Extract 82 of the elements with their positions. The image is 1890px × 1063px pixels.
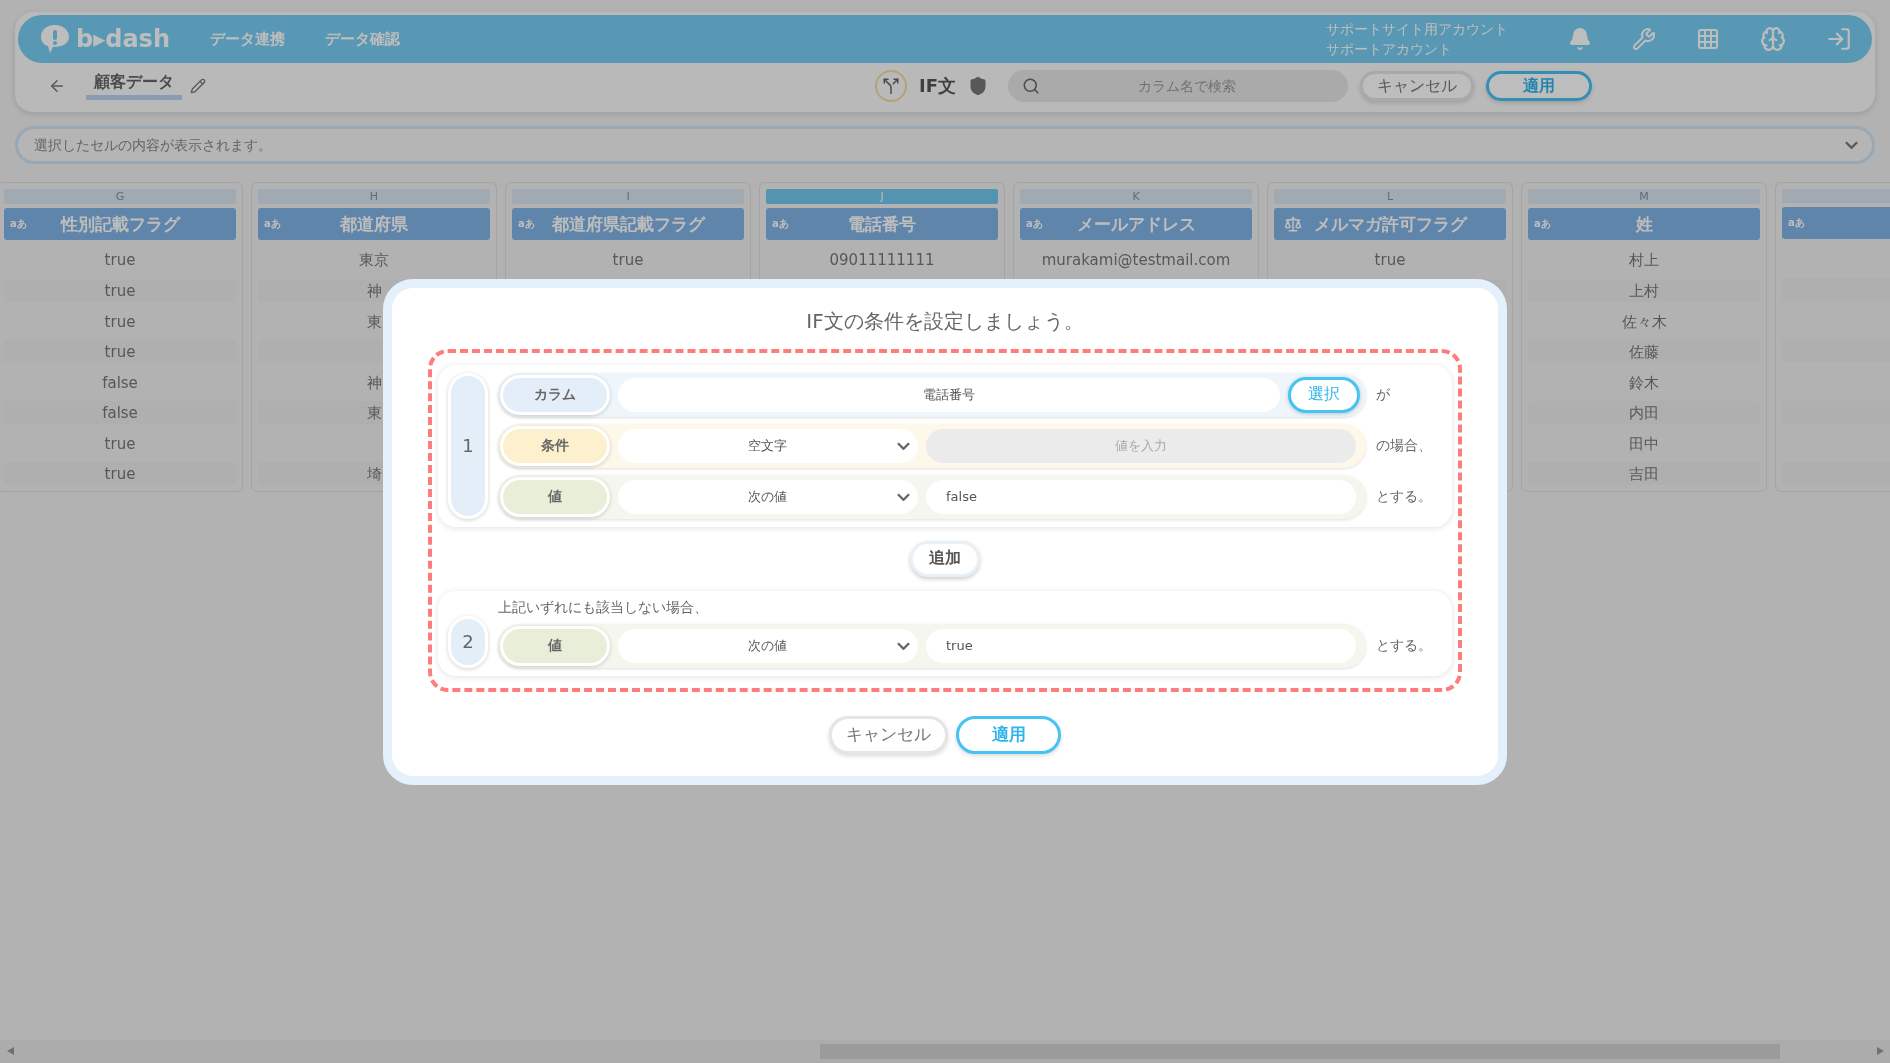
row-suffix: が: [1376, 385, 1391, 404]
dialog-button[interactable]: キャンセル: [829, 715, 948, 754]
scroll-right-icon[interactable]: [1876, 1047, 1884, 1055]
nav-link[interactable]: データ連携: [210, 29, 285, 49]
row-suffix: とする。: [1376, 487, 1433, 506]
branch-icon[interactable]: [875, 70, 907, 102]
row-suffix: の場合、: [1376, 436, 1433, 455]
row-label: 値: [500, 476, 610, 517]
operator-dropdown[interactable]: 次の値: [618, 628, 918, 663]
scroll-left-icon[interactable]: [6, 1047, 14, 1055]
row-label: 値: [500, 625, 610, 666]
cell-content-box[interactable]: 選択したセルの内容が表示されます。: [15, 126, 1875, 164]
type-label: aあ: [264, 217, 281, 232]
bell-icon[interactable]: [1568, 27, 1592, 51]
value-field[interactable]: false: [926, 479, 1356, 514]
table-cell-text: 佐々木: [1620, 311, 1668, 333]
row-label: 条件: [500, 425, 610, 466]
column-title: 電話番号: [848, 212, 916, 236]
table-cell-text: 東京: [358, 250, 390, 272]
table-cell-text: true: [103, 433, 137, 455]
wrench-icon[interactable]: [1632, 27, 1656, 51]
type-label: aあ: [518, 217, 535, 232]
chevron-down-icon: [897, 641, 910, 650]
table-cell-text: true: [1373, 250, 1407, 272]
account-name: サポートサイト用アカウント: [1326, 20, 1508, 39]
chevron-down-icon[interactable]: [1845, 141, 1858, 149]
value-field[interactable]: true: [926, 628, 1356, 663]
logo-text: b▸dash: [76, 25, 170, 53]
table-cell-text: murakami@testmail.com: [1040, 250, 1232, 272]
table-cell-text: false: [101, 372, 139, 394]
chevron-down-icon: [897, 441, 910, 450]
table-cell-text: true: [611, 250, 645, 272]
column-title: 姓: [1635, 212, 1653, 236]
select-button[interactable]: 選択: [1288, 376, 1360, 413]
column-title: 都道府県記載フラグ: [551, 212, 705, 236]
row-suffix: とする。: [1376, 636, 1433, 655]
table-cell-text: true: [103, 311, 137, 333]
chevron-down-icon: [897, 492, 910, 501]
shield-icon[interactable]: [968, 76, 988, 96]
search-icon[interactable]: [1022, 77, 1040, 95]
grid-icon[interactable]: [1696, 27, 1720, 51]
table-cell-text: 09011111111: [828, 250, 936, 272]
logout-icon[interactable]: [1826, 26, 1852, 52]
column-letter[interactable]: G: [4, 189, 236, 204]
dialog-button[interactable]: 適用: [956, 715, 1061, 754]
type-label: aあ: [772, 217, 789, 232]
add-button[interactable]: 追加: [910, 540, 980, 577]
column-field[interactable]: 電話番号: [618, 377, 1280, 412]
type-label: aあ: [1026, 217, 1043, 232]
table-cell-text: 田中: [1628, 433, 1660, 455]
table-cell-text: 神: [365, 372, 383, 394]
type-label: aあ: [10, 217, 27, 232]
column-title: 性別記載フラグ: [60, 212, 180, 236]
column-letter[interactable]: L: [1274, 189, 1506, 204]
operator-dropdown[interactable]: 次の値: [618, 479, 918, 514]
dataset-title: 顧客データ: [86, 72, 182, 100]
table-cell-text: 東: [365, 311, 383, 333]
pencil-icon[interactable]: [190, 78, 206, 94]
column-letter[interactable]: J: [766, 189, 998, 204]
type-label: aあ: [1788, 215, 1805, 230]
table-cell-text: true: [103, 250, 137, 272]
table-cell-text: 村上: [1628, 250, 1660, 272]
otherwise-note: 上記いずれにも該当しない場合、: [498, 598, 709, 617]
scale-icon: [1284, 215, 1302, 234]
column-letter[interactable]: M: [1528, 189, 1760, 204]
column-title: 都道府県: [340, 212, 408, 236]
column-title: メルマガ許可フラグ: [1313, 212, 1467, 236]
cell-content-field[interactable]: 選択したセルの内容が表示されます。: [32, 136, 1845, 154]
account-name: サポートアカウント: [1326, 40, 1453, 59]
operator-dropdown[interactable]: 空文字: [618, 428, 918, 463]
brain-icon[interactable]: [1760, 26, 1786, 52]
dialog-title: IF文の条件を設定しましょう。: [806, 307, 1084, 335]
column-letter[interactable]: K: [1020, 189, 1252, 204]
toolbar-button[interactable]: キャンセル: [1360, 71, 1474, 101]
type-label: aあ: [1534, 217, 1551, 232]
column-letter[interactable]: H: [258, 189, 490, 204]
row-label: カラム: [500, 374, 610, 415]
nav-link[interactable]: データ確認: [325, 29, 400, 49]
column-title: メールアドレス: [1076, 212, 1196, 236]
table-cell-text: 鈴木: [1628, 372, 1660, 394]
mode-label: IF文: [919, 74, 956, 98]
toolbar-button[interactable]: 適用: [1486, 71, 1592, 101]
